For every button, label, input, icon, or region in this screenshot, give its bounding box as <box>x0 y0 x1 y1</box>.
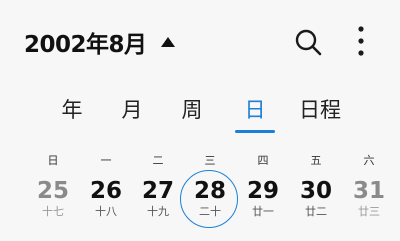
day-number: 31 <box>352 178 385 204</box>
day-cell[interactable]: 30 廿二 <box>290 174 342 226</box>
day-number: 29 <box>246 178 279 204</box>
lunar-date: 二十 <box>199 205 221 218</box>
lunar-date: 廿一 <box>252 205 274 218</box>
lunar-date: 十八 <box>95 205 117 218</box>
lunar-date: 十七 <box>42 205 64 218</box>
day-number: 30 <box>299 178 332 204</box>
tab-year[interactable]: 年 <box>56 94 88 134</box>
more-vertical-icon <box>358 26 364 56</box>
day-number: 28 <box>193 178 226 204</box>
active-tab-indicator <box>235 130 275 133</box>
month-title: 2002年8月 <box>24 32 147 58</box>
app-header: 2002年8月 <box>0 0 400 80</box>
day-cell-selected[interactable]: 28 二十 <box>180 170 238 228</box>
search-icon <box>295 29 322 56</box>
weekday-label: 日 <box>47 154 59 167</box>
caret-up-icon <box>160 37 175 47</box>
day-number: 27 <box>141 178 174 204</box>
day-number: 26 <box>89 178 122 204</box>
day-cell[interactable]: 31 廿三 <box>343 174 395 226</box>
lunar-date: 十九 <box>147 205 169 218</box>
day-cell[interactable]: 29 廿一 <box>237 174 289 226</box>
day-number: 25 <box>36 178 69 204</box>
day-cell[interactable]: 27 十九 <box>132 174 184 226</box>
view-tabs: 年 月 周 日 日程 <box>0 94 400 134</box>
weekday-header: 日 一 二 三 四 五 六 <box>0 152 400 168</box>
weekday-label: 二 <box>152 154 164 167</box>
weekday-label: 一 <box>100 154 112 167</box>
tab-day[interactable]: 日 <box>239 94 271 134</box>
tab-month[interactable]: 月 <box>116 94 148 134</box>
weekday-label: 五 <box>310 154 322 167</box>
month-picker[interactable]: 2002年8月 <box>24 27 175 58</box>
weekday-label: 三 <box>204 154 216 167</box>
more-options-button[interactable] <box>352 24 370 58</box>
day-cell[interactable]: 25 十七 <box>27 174 79 226</box>
search-button[interactable] <box>292 26 324 58</box>
weekday-label: 四 <box>257 154 269 167</box>
lunar-date: 廿二 <box>305 205 327 218</box>
tab-week[interactable]: 周 <box>176 94 208 134</box>
weekday-label: 六 <box>363 154 375 167</box>
day-cell[interactable]: 26 十八 <box>80 174 132 226</box>
lunar-date: 廿三 <box>358 205 380 218</box>
week-dates-row: 25 十七 26 十八 27 十九 28 二十 29 廿一 30 廿二 31 廿… <box>0 170 400 234</box>
tab-schedule[interactable]: 日程 <box>294 94 346 134</box>
